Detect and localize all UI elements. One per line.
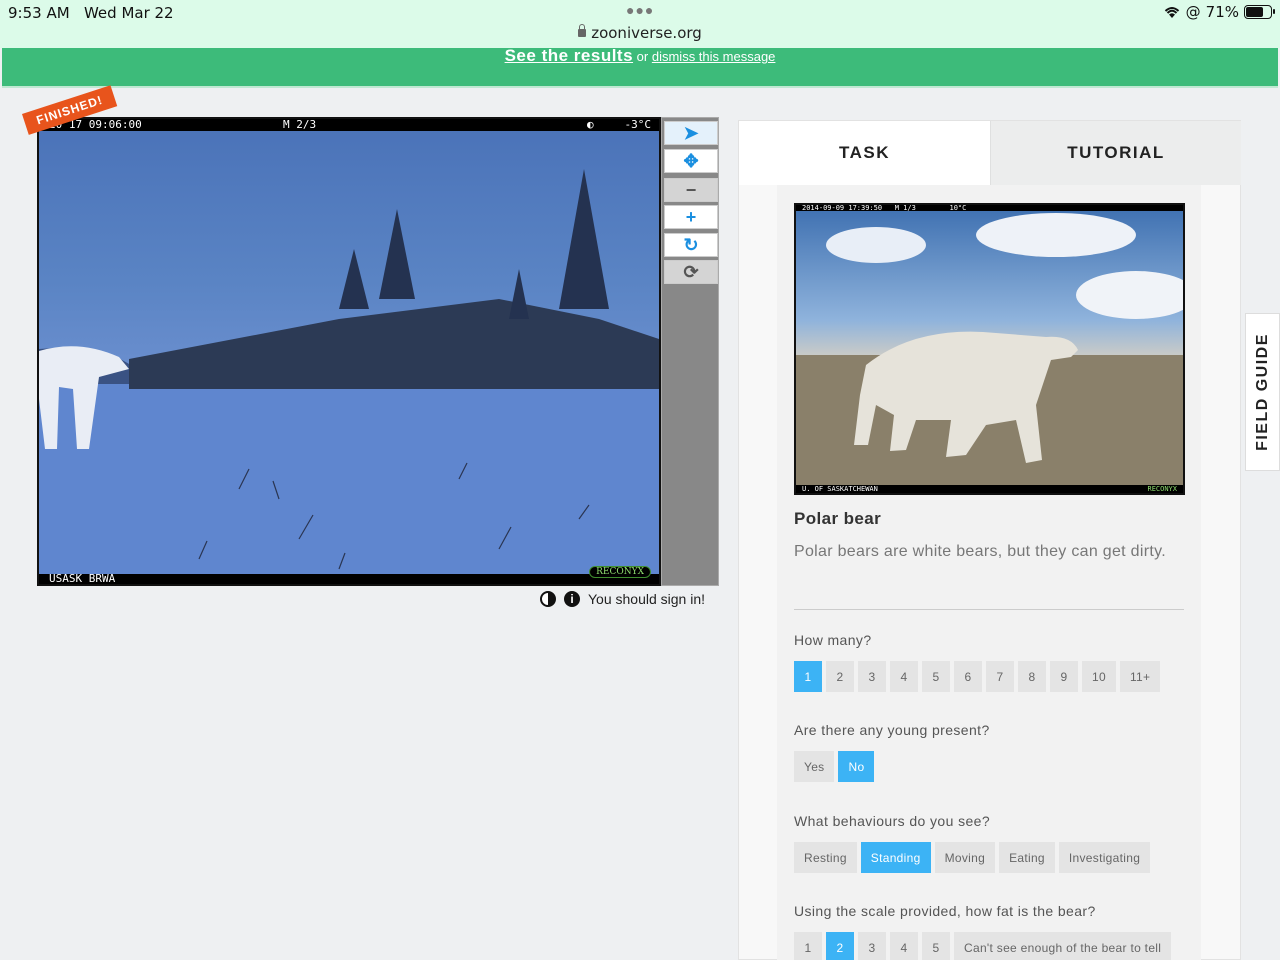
results-banner: See the results or dismiss this message bbox=[2, 46, 1278, 88]
tab-task[interactable]: TASK bbox=[739, 121, 990, 185]
browser-status-bar: 9:53 AM Wed Mar 22 ●●● @ 71% zooniverse.… bbox=[0, 0, 1280, 48]
fat-option[interactable]: 5 bbox=[922, 932, 950, 960]
how-many-option[interactable]: 1 bbox=[794, 661, 822, 692]
fat-option[interactable]: 2 bbox=[826, 932, 854, 960]
rotate-button[interactable]: ↻ bbox=[664, 233, 718, 257]
reconyx-logo: RECONYX bbox=[589, 566, 651, 578]
orientation-lock-icon: @ bbox=[1185, 3, 1201, 21]
fat-option[interactable]: 3 bbox=[858, 932, 886, 960]
sign-in-message: You should sign in! bbox=[588, 591, 706, 607]
cam-location: USASK BRWA bbox=[49, 572, 116, 585]
address-bar[interactable]: zooniverse.org bbox=[0, 24, 1280, 42]
behaviours-option[interactable]: Investigating bbox=[1058, 842, 1151, 873]
pointer-icon: ➤ bbox=[683, 122, 699, 143]
animal-name: Polar bear bbox=[794, 509, 882, 528]
battery-fill bbox=[1246, 7, 1264, 17]
camera-trap-photo bbox=[39, 119, 659, 584]
banner-or-text: or bbox=[636, 49, 649, 64]
url-text: zooniverse.org bbox=[591, 24, 702, 42]
tab-dots-icon[interactable]: ●●● bbox=[626, 2, 654, 18]
how-many-option[interactable]: 6 bbox=[954, 661, 982, 692]
how-many-option[interactable]: 4 bbox=[890, 661, 918, 692]
tab-tutorial[interactable]: TUTORIAL bbox=[990, 121, 1241, 185]
how-many-option[interactable]: 7 bbox=[986, 661, 1014, 692]
young-option[interactable]: No bbox=[838, 751, 875, 782]
polar-bear-illustration bbox=[796, 213, 1183, 493]
move-icon: ✥ bbox=[683, 150, 699, 171]
fatness-options: 1 2 3 4 5 Can't see enough of the bear to tel… bbox=[794, 932, 1172, 960]
how-many-option[interactable]: 2 bbox=[826, 661, 854, 692]
zoom-out-icon: − bbox=[685, 179, 697, 200]
subject-image[interactable]: 20 17 09:06:00 M 2/3 ◐ -3°C USASK BRWA R… bbox=[37, 117, 661, 586]
species-guide: 2014-09-09 17:39:50 M 1/3 10°C U. OF SAS… bbox=[777, 185, 1201, 960]
behaviours-option[interactable]: Resting bbox=[794, 842, 857, 873]
fat-option[interactable]: 1 bbox=[794, 932, 822, 960]
rotate-icon: ↻ bbox=[683, 234, 699, 255]
animal-description: Polar bears are white bears, but they ca… bbox=[794, 543, 1166, 560]
field-guide-label: FIELD GUIDE bbox=[1253, 333, 1271, 451]
how-many-option[interactable]: 5 bbox=[922, 661, 950, 692]
fat-option[interactable]: 4 bbox=[890, 932, 918, 960]
wifi-icon bbox=[1164, 7, 1179, 18]
question-behaviours: What behaviours do you see? bbox=[794, 813, 991, 829]
question-fat: Using the scale provided, how fat is the… bbox=[794, 903, 1096, 919]
divider bbox=[794, 609, 1184, 610]
zoom-out-button[interactable]: − bbox=[664, 178, 718, 202]
how-many-option[interactable]: 9 bbox=[1050, 661, 1078, 692]
question-young: Are there any young present? bbox=[794, 722, 990, 738]
ref-footer-bar: U. OF SASKATCHEWAN RECONYX bbox=[796, 485, 1183, 493]
reference-photo: 2014-09-09 17:39:50 M 1/3 10°C U. OF SAS… bbox=[794, 203, 1185, 495]
lock-icon bbox=[578, 24, 587, 37]
status-time: 9:53 AM Wed Mar 22 bbox=[8, 4, 174, 22]
behaviour-options: Resting Standing Moving Eating Investigating bbox=[794, 842, 1151, 873]
see-results-link[interactable]: See the results bbox=[505, 46, 633, 65]
scene-illustration bbox=[39, 169, 659, 584]
zoom-in-icon: + bbox=[685, 206, 697, 227]
moon-icon: ◐ bbox=[587, 118, 594, 131]
camera-footer-bar: USASK BRWA RECONYX bbox=[39, 566, 659, 585]
camera-info-bar: 20 17 09:06:00 M 2/3 ◐ -3°C bbox=[39, 119, 659, 131]
status-indicators: @ 71% bbox=[1163, 3, 1275, 21]
task-panel: TASK TUTORIAL 2014-09-09 17:39:50 M 1/3 … bbox=[738, 120, 1241, 960]
battery-icon bbox=[1244, 5, 1275, 19]
zoom-in-button[interactable]: + bbox=[664, 205, 718, 229]
info-icon[interactable]: i bbox=[564, 591, 580, 607]
young-option[interactable]: Yes bbox=[794, 751, 835, 782]
fat-option[interactable]: Can't see enough of the bear to tell bbox=[954, 932, 1172, 960]
dismiss-message-link[interactable]: dismiss this message bbox=[652, 49, 776, 64]
image-toolbar: ➤ ✥ − + ↻ ⟳ bbox=[661, 117, 719, 586]
battery-percent: 71% bbox=[1205, 3, 1239, 21]
young-options: Yes No bbox=[794, 751, 875, 782]
cam-temperature: -3°C bbox=[624, 118, 652, 131]
field-guide-tab[interactable]: FIELD GUIDE bbox=[1245, 313, 1280, 471]
behaviours-option[interactable]: Eating bbox=[999, 842, 1055, 873]
how-many-options: 1 2 3 4 5 6 7 8 9 10 11+ bbox=[794, 661, 1161, 692]
ref-owner: U. OF SASKATCHEWAN bbox=[802, 485, 878, 493]
how-many-option[interactable]: 3 bbox=[858, 661, 886, 692]
how-many-option[interactable]: 10 bbox=[1082, 661, 1116, 692]
move-button[interactable]: ✥ bbox=[664, 149, 718, 173]
reset-icon: ⟳ bbox=[683, 261, 699, 282]
behaviours-option[interactable]: Moving bbox=[934, 842, 996, 873]
question-how-many: How many? bbox=[794, 632, 872, 648]
cam-sequence: M 2/3 bbox=[283, 118, 317, 131]
viewer-footer: i You should sign in! bbox=[540, 591, 705, 607]
ref-reconyx-logo: RECONYX bbox=[1147, 485, 1177, 493]
reset-button[interactable]: ⟳ bbox=[664, 260, 718, 284]
contrast-icon[interactable] bbox=[540, 591, 556, 607]
how-many-option[interactable]: 8 bbox=[1018, 661, 1046, 692]
how-many-option[interactable]: 11+ bbox=[1119, 661, 1161, 692]
behaviours-option[interactable]: Standing bbox=[860, 842, 931, 873]
pointer-button[interactable]: ➤ bbox=[664, 121, 718, 145]
